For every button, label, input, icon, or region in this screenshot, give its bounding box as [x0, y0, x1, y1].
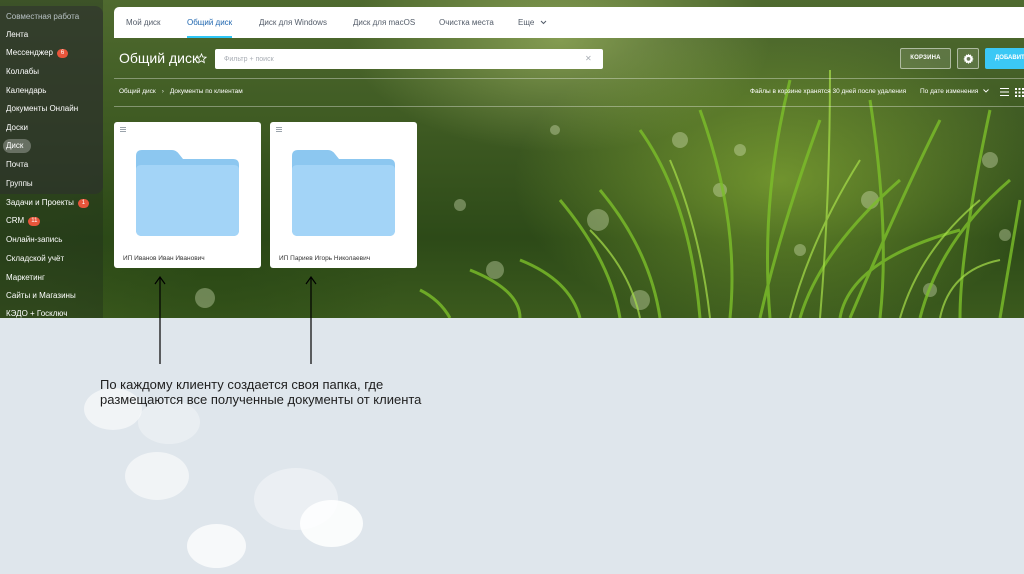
tasks-count-badge: 1: [77, 198, 89, 208]
sidebar-item-messenger[interactable]: Мессенджер 6: [6, 46, 68, 60]
sidebar-item-marketing[interactable]: Маркетинг: [6, 271, 45, 285]
chevron-down-icon: [983, 89, 989, 93]
chevron-down-icon: [540, 21, 546, 25]
trash-retention-note: Файлы в корзине хранятся 30 дней после у…: [750, 88, 907, 95]
sidebar-section-title[interactable]: Совместная работа: [6, 10, 79, 24]
sidebar-item-kedo[interactable]: КЭДО + Госключ: [6, 307, 67, 318]
app-window: Совместная работа Лента Мессенджер 6 Колл…: [0, 0, 1024, 318]
chevron-right-icon: ›: [161, 88, 164, 95]
menu-icon[interactable]: [120, 127, 126, 132]
tab-disk-windows[interactable]: Диск для Windows: [259, 7, 327, 38]
sidebar-item-mail[interactable]: Почта: [6, 158, 28, 172]
menu-icon[interactable]: [276, 127, 282, 132]
decorative-bubble: [187, 524, 246, 568]
breadcrumb-item-shared-disk[interactable]: Общий диск: [119, 88, 156, 95]
grid-view-icon[interactable]: [1015, 88, 1024, 97]
tab-disk-macos[interactable]: Диск для macOS: [353, 7, 415, 38]
folder-card[interactable]: ИП Иванов Иван Иванович: [114, 122, 261, 268]
slide-caption: По каждому клиенту создается своя папка,…: [100, 377, 500, 407]
arrow-up-icon: [154, 276, 166, 364]
messenger-count-badge: 6: [57, 48, 68, 58]
left-sidebar: Совместная работа Лента Мессенджер 6 Колл…: [0, 0, 103, 318]
sidebar-item-inventory[interactable]: Складской учёт: [6, 252, 64, 266]
sidebar-item-booking[interactable]: Онлайн-запись: [6, 233, 62, 247]
tab-my-disk[interactable]: Мой диск: [126, 7, 161, 38]
folder-name[interactable]: ИП Париев Игорь Николаевич: [279, 255, 370, 262]
header-divider: [114, 78, 1024, 79]
tab-shared-disk[interactable]: Общий диск: [187, 7, 233, 38]
sidebar-item-crm[interactable]: CRM 11: [6, 214, 41, 228]
star-icon[interactable]: [196, 53, 207, 64]
settings-button[interactable]: [957, 48, 979, 69]
tab-cleanup[interactable]: Очистка места: [439, 7, 494, 38]
crm-count-badge: 11: [28, 216, 41, 226]
sidebar-item-feed[interactable]: Лента: [6, 28, 28, 42]
top-tab-bar: Мой диск Общий диск Диск для Windows Дис…: [114, 7, 1024, 38]
sidebar-item-collabs[interactable]: Коллабы: [6, 65, 39, 79]
sidebar-item-groups[interactable]: Группы: [6, 177, 33, 191]
list-view-icon[interactable]: [1000, 88, 1009, 96]
decorative-bubble: [300, 500, 363, 547]
tab-more[interactable]: Еще: [518, 7, 547, 38]
breadcrumb-item-client-docs[interactable]: Документы по клиентам: [170, 88, 243, 95]
folder-name[interactable]: ИП Иванов Иван Иванович: [123, 255, 205, 262]
search-input[interactable]: [215, 49, 603, 69]
sort-dropdown[interactable]: По дате изменения: [920, 88, 989, 95]
breadcrumb: Общий диск › Документы по клиентам: [119, 88, 243, 95]
folder-card[interactable]: ИП Париев Игорь Николаевич: [270, 122, 417, 268]
sidebar-item-calendar[interactable]: Календарь: [6, 84, 46, 98]
caption-line: размещаются все полученные документы от …: [100, 392, 422, 407]
sidebar-item-online-docs[interactable]: Документы Онлайн: [6, 102, 78, 116]
sidebar-item-disk[interactable]: Диск: [3, 139, 32, 153]
close-icon[interactable]: ✕: [585, 53, 592, 65]
toolbar-divider: [114, 106, 1024, 107]
sidebar-item-boards[interactable]: Доски: [6, 121, 28, 135]
trash-button[interactable]: КОРЗИНА: [900, 48, 951, 69]
gear-icon: [963, 53, 974, 64]
page-title: Общий диск: [119, 50, 199, 66]
caption-line: По каждому клиенту создается своя папка,…: [100, 377, 384, 392]
folder-icon: [292, 150, 395, 236]
decorative-bubble: [125, 452, 189, 500]
add-button[interactable]: ДОБАВИТЬ: [985, 48, 1024, 69]
arrow-up-icon: [305, 276, 317, 364]
sidebar-item-tasks[interactable]: Задачи и Проекты 1: [6, 196, 89, 210]
folder-icon: [136, 150, 239, 236]
sidebar-item-sites[interactable]: Сайты и Магазины: [6, 289, 76, 303]
